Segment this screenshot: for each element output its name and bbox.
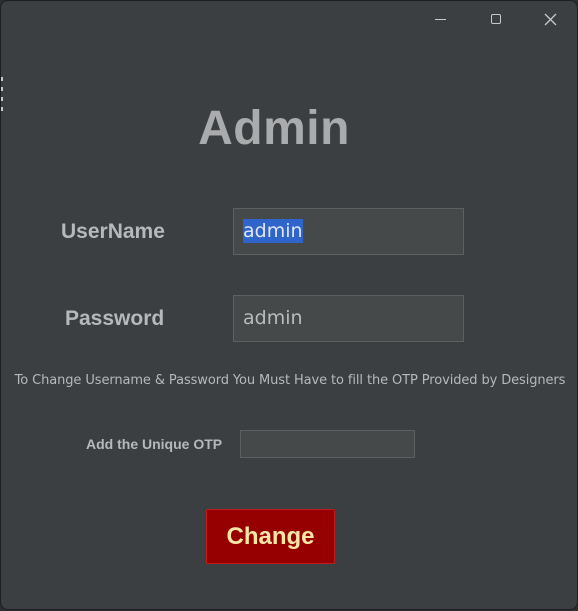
change-button[interactable]: Change	[206, 509, 335, 564]
maximize-icon	[491, 14, 501, 24]
minimize-icon	[434, 18, 446, 20]
password-field[interactable]: admin	[233, 295, 464, 342]
username-field[interactable]: admin	[233, 208, 464, 255]
otp-field[interactable]	[240, 430, 415, 458]
password-label: Password	[65, 307, 165, 330]
username-value: admin	[243, 219, 303, 243]
maximize-button[interactable]	[483, 7, 509, 31]
otp-label: Add the Unique OTP	[86, 436, 223, 452]
password-value: admin	[243, 307, 303, 329]
username-label: UserName	[61, 220, 165, 243]
close-icon	[544, 13, 556, 25]
otp-notice: To Change Username & Password You Must H…	[14, 373, 566, 388]
close-button[interactable]	[537, 7, 563, 31]
page-title: Admin	[198, 102, 350, 155]
minimize-button[interactable]	[427, 7, 453, 31]
admin-window: Admin UserName admin Password admin To C…	[0, 0, 578, 610]
